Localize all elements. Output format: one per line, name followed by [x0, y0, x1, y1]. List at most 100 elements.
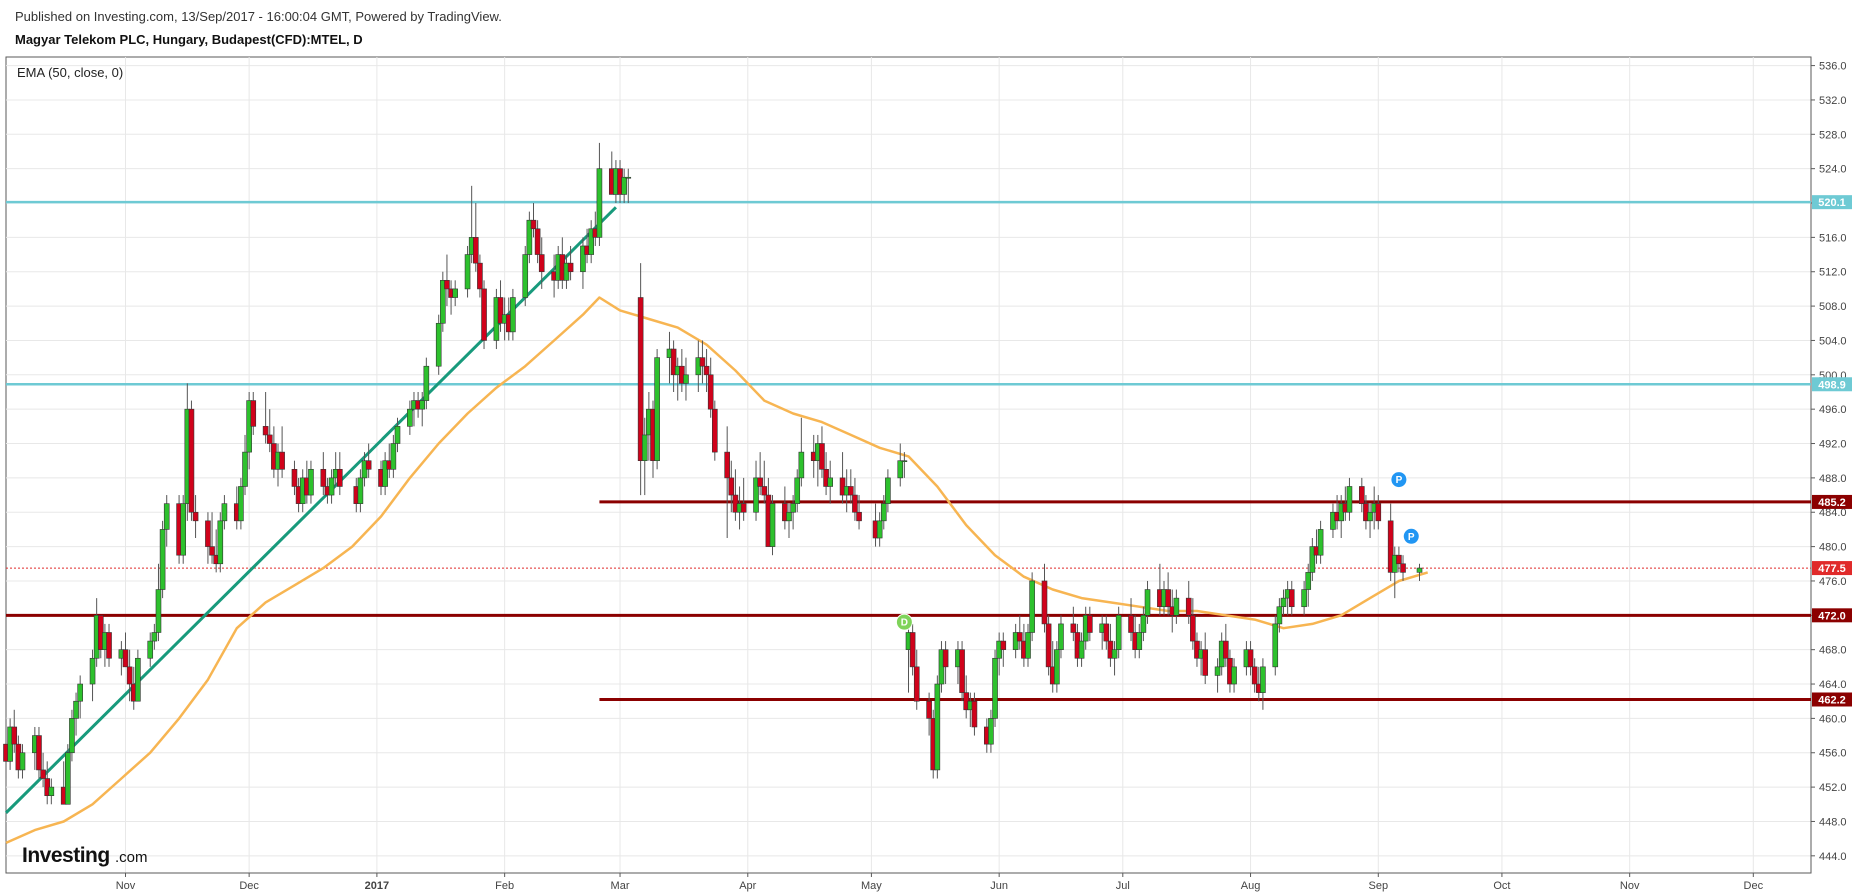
x-tick-label: 2017	[365, 880, 389, 892]
indicator-label: EMA (50, close, 0)	[17, 65, 123, 80]
candle-body	[481, 288, 487, 341]
x-tick-label: Mar	[611, 880, 630, 892]
price-tag: 472.0	[1812, 608, 1852, 623]
candle-body	[1144, 589, 1151, 616]
price-chart[interactable]: DPP 444.0448.0452.0456.0460.0464.0468.04…	[0, 0, 1855, 895]
x-tick-label: Dec	[239, 880, 259, 892]
candle-body	[262, 426, 269, 436]
candle	[481, 280, 487, 350]
candle-body	[209, 546, 215, 556]
candle-body	[89, 657, 96, 685]
candle-body	[1140, 615, 1147, 633]
candle-body	[65, 752, 71, 805]
candle-body	[1070, 623, 1077, 633]
price-tag-label: 472.0	[1818, 610, 1846, 622]
candle-body	[419, 400, 426, 410]
event-marker: P	[1402, 527, 1420, 545]
candle-body	[147, 640, 154, 659]
y-tick-label: 504.0	[1819, 335, 1847, 347]
x-tick-label: Jun	[990, 880, 1008, 892]
price-tag: 477.5	[1812, 561, 1852, 576]
candle-body	[538, 254, 545, 273]
candle-body	[885, 477, 891, 504]
candle-body	[1288, 589, 1295, 608]
candle-body	[155, 589, 162, 633]
candle-body	[641, 434, 648, 462]
candle-body	[250, 400, 257, 427]
candle-body	[1231, 666, 1237, 685]
price-axis: 444.0 448.0 452.0 456.0 460.0 464.0 468.0 472.0…	[1811, 61, 1847, 863]
y-tick-label: 496.0	[1819, 404, 1847, 416]
candle-body	[1000, 640, 1007, 650]
candle-body	[596, 168, 603, 238]
y-tick-label: 452.0	[1819, 782, 1847, 794]
candle-body	[786, 511, 792, 522]
event-marker: D	[895, 613, 913, 631]
candle-body	[1025, 632, 1031, 659]
candle-body	[1041, 580, 1048, 625]
y-tick-label: 480.0	[1819, 542, 1847, 554]
candle-body	[1375, 503, 1382, 522]
candle-body	[48, 786, 55, 796]
candle-body	[217, 520, 224, 565]
candle-body	[1280, 597, 1287, 608]
candle-body	[897, 460, 904, 479]
candle-body	[1276, 606, 1283, 625]
candle-body	[1054, 649, 1060, 685]
candle-body	[621, 176, 627, 195]
candle-body	[19, 752, 26, 771]
candle-body	[1305, 572, 1312, 590]
candle-body	[36, 735, 42, 771]
candle	[188, 400, 195, 521]
candle-body	[876, 520, 883, 539]
y-tick-label: 456.0	[1819, 748, 1847, 760]
y-tick-label: 532.0	[1819, 95, 1847, 107]
x-tick-label: Oct	[1493, 880, 1510, 892]
candle-body	[1190, 615, 1196, 642]
candle-body	[848, 486, 854, 496]
candle	[654, 349, 660, 470]
candle-body	[1223, 640, 1229, 659]
candle	[1029, 572, 1035, 642]
candle	[522, 245, 529, 307]
candle-body	[163, 503, 170, 530]
candle-body	[192, 511, 199, 522]
candle-body	[242, 451, 248, 487]
y-tick-label: 468.0	[1819, 645, 1847, 657]
candle-body	[266, 434, 273, 444]
candle-body	[1359, 486, 1365, 504]
event-marker: P	[1390, 471, 1408, 489]
candle-body	[728, 477, 735, 496]
x-tick-label: Dec	[1744, 880, 1764, 892]
candle-body	[357, 477, 364, 504]
candle-body	[992, 657, 998, 719]
candle	[217, 512, 224, 573]
candle-body	[1251, 666, 1258, 685]
candle-body	[901, 460, 908, 463]
candle-body	[1367, 511, 1373, 522]
marker-label: P	[1408, 532, 1415, 543]
candle-body	[1214, 666, 1221, 676]
candle-body	[1260, 666, 1266, 693]
x-tick-label: Feb	[495, 880, 514, 892]
logo-main-text: Investing	[22, 844, 110, 867]
candle-body	[971, 700, 978, 728]
candle	[959, 641, 965, 702]
candle-body	[1016, 632, 1023, 642]
candle	[65, 744, 71, 805]
candle-body	[1247, 649, 1254, 668]
y-tick-label: 448.0	[1819, 816, 1847, 828]
x-tick-label: Nov	[116, 880, 136, 892]
candle-body	[390, 443, 397, 470]
candle	[435, 314, 442, 375]
candle-body	[1202, 649, 1209, 676]
candle-body	[1165, 589, 1171, 608]
candle	[180, 495, 187, 564]
candle-body	[1416, 567, 1423, 573]
candle-body	[567, 262, 574, 273]
candle-body	[1396, 554, 1402, 565]
candle-body	[238, 486, 244, 522]
candle-body	[880, 503, 887, 522]
candle-body	[856, 511, 862, 522]
candle-body	[625, 176, 632, 179]
